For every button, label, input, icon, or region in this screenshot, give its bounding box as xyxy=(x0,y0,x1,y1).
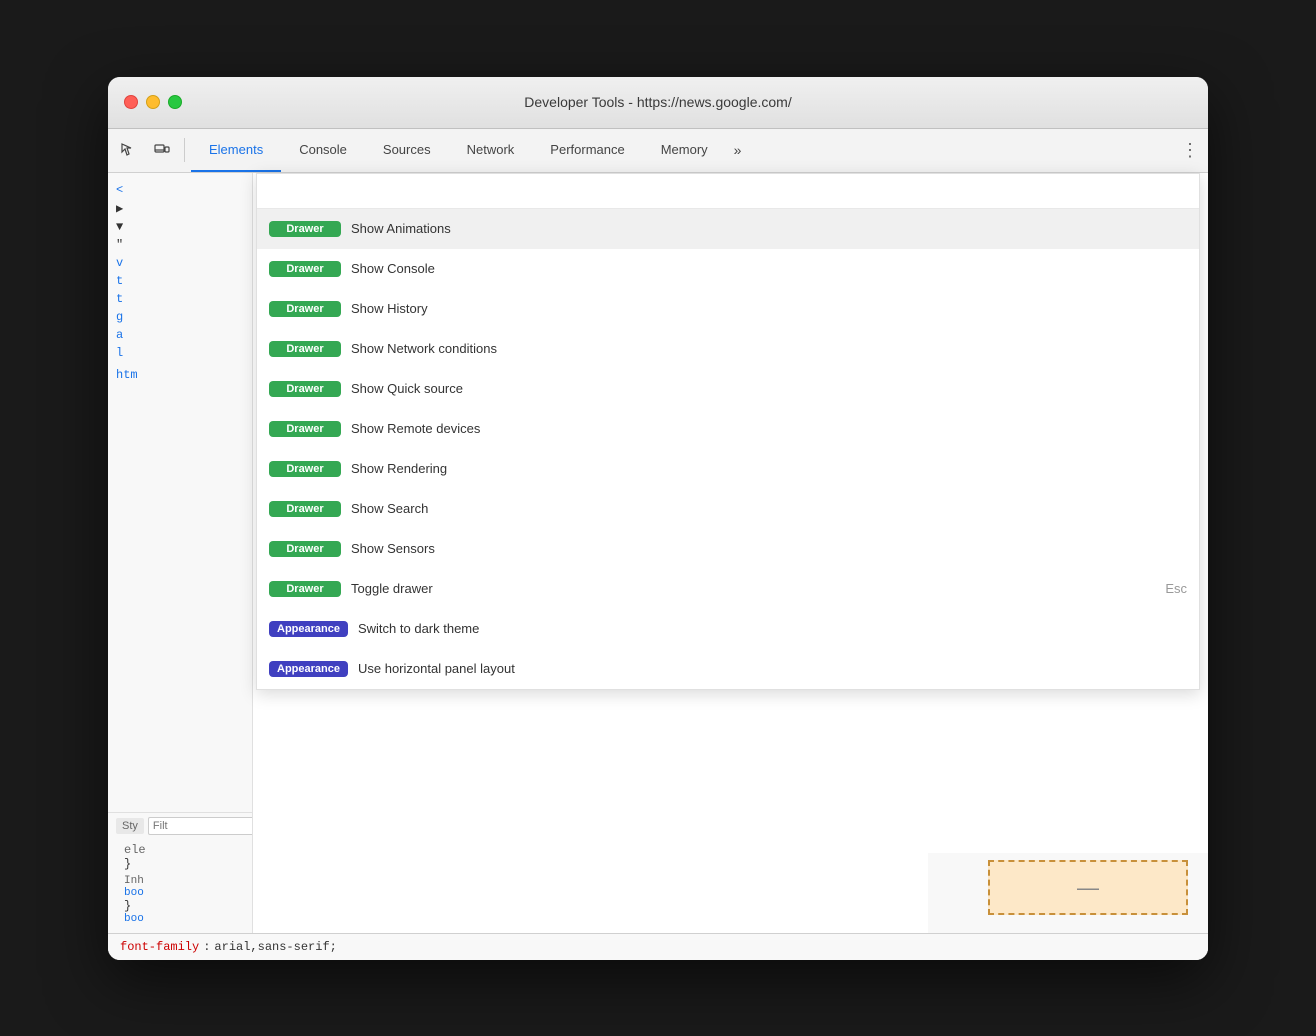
content-area: < ▶ ▼ " v t t g a l htm Sty xyxy=(108,173,1208,933)
dom-line: ▼ xyxy=(108,218,252,236)
tab-network[interactable]: Network xyxy=(449,129,533,172)
minimize-button[interactable] xyxy=(146,95,160,109)
dropdown-item-toggle-drawer[interactable]: Drawer Toggle drawer Esc xyxy=(257,569,1199,609)
dropdown-label-3: Show Network conditions xyxy=(351,341,1187,356)
device-icon[interactable] xyxy=(146,134,178,166)
inspect-icon[interactable] xyxy=(112,134,144,166)
tab-console[interactable]: Console xyxy=(281,129,365,172)
badge-appearance-1: Appearance xyxy=(269,661,348,677)
tab-list: Elements Console Sources Network Perform… xyxy=(191,129,749,172)
css-property: font-family xyxy=(120,940,199,954)
dropdown-item-horizontal-layout[interactable]: Appearance Use horizontal panel layout xyxy=(257,649,1199,689)
css-brace-close: } xyxy=(124,899,236,913)
dropdown-label-0: Show Animations xyxy=(351,221,1187,236)
bottom-bar: font-family : arial,sans-serif; xyxy=(108,933,1208,960)
tab-overflow-button[interactable]: » xyxy=(726,129,750,172)
dom-line: l xyxy=(108,344,252,362)
dropdown-label-10: Switch to dark theme xyxy=(358,621,1187,636)
dropdown-label-1: Show Console xyxy=(351,261,1187,276)
dropdown-item-show-network[interactable]: Drawer Show Network conditions xyxy=(257,329,1199,369)
css-value-bottom: arial,sans-serif; xyxy=(214,940,336,954)
dom-line: htm xyxy=(108,366,252,384)
right-preview-panel: — xyxy=(928,853,1208,933)
dropdown-item-show-history[interactable]: Drawer Show History xyxy=(257,289,1199,329)
element-highlight-box: — xyxy=(988,860,1188,915)
badge-drawer-6: Drawer xyxy=(269,461,341,477)
badge-drawer-4: Drawer xyxy=(269,381,341,397)
dropdown-item-show-search[interactable]: Drawer Show Search xyxy=(257,489,1199,529)
badge-drawer-0: Drawer xyxy=(269,221,341,237)
dropdown-label-7: Show Search xyxy=(351,501,1187,516)
traffic-lights xyxy=(124,95,182,109)
dropdown-item-show-sensors[interactable]: Drawer Show Sensors xyxy=(257,529,1199,569)
title-bar: Developer Tools - https://news.google.co… xyxy=(108,77,1208,129)
body-line1: boo xyxy=(124,887,236,899)
dom-line: ▶ xyxy=(108,199,252,218)
command-search-input[interactable] xyxy=(269,182,1187,198)
badge-drawer-5: Drawer xyxy=(269,421,341,437)
dropdown-label-2: Show History xyxy=(351,301,1187,316)
left-panel: < ▶ ▼ " v t t g a l htm Sty xyxy=(108,173,253,933)
dropdown-item-show-remote[interactable]: Drawer Show Remote devices xyxy=(257,409,1199,449)
styles-label: Sty xyxy=(116,818,144,834)
maximize-button[interactable] xyxy=(168,95,182,109)
dropdown-label-8: Show Sensors xyxy=(351,541,1187,556)
dom-line: v xyxy=(108,254,252,272)
shortcut-esc: Esc xyxy=(1165,581,1187,596)
badge-drawer-2: Drawer xyxy=(269,301,341,317)
search-input-row xyxy=(257,174,1199,209)
dom-tree: < ▶ ▼ " v t t g a l htm xyxy=(108,173,252,812)
filter-input[interactable] xyxy=(148,817,253,835)
filter-row: Sty xyxy=(116,817,244,835)
body-line2: boo xyxy=(124,913,236,925)
more-options-button[interactable]: ⋮ xyxy=(1176,136,1204,164)
badge-drawer-1: Drawer xyxy=(269,261,341,277)
dropdown-item-show-animations[interactable]: Drawer Show Animations xyxy=(257,209,1199,249)
badge-drawer-9: Drawer xyxy=(269,581,341,597)
dom-line: < xyxy=(108,181,252,199)
dropdown-item-show-console[interactable]: Drawer Show Console xyxy=(257,249,1199,289)
dropdown-label-5: Show Remote devices xyxy=(351,421,1187,436)
badge-appearance-0: Appearance xyxy=(269,621,348,637)
tab-elements[interactable]: Elements xyxy=(191,129,281,172)
dropdown-item-dark-theme[interactable]: Appearance Switch to dark theme xyxy=(257,609,1199,649)
dom-line: " xyxy=(108,236,252,254)
dropdown-item-show-rendering[interactable]: Drawer Show Rendering xyxy=(257,449,1199,489)
dropdown-label-4: Show Quick source xyxy=(351,381,1187,396)
dom-line: t xyxy=(108,272,252,290)
css-selector: ele xyxy=(124,843,236,857)
css-rules: ele } Inh boo } boo xyxy=(116,839,244,929)
styles-panel: Sty ele } Inh boo } boo xyxy=(108,812,252,933)
window-title: Developer Tools - https://news.google.co… xyxy=(524,94,791,110)
dom-line: g xyxy=(108,308,252,326)
css-brace-open: } xyxy=(124,857,236,871)
devtools-window: Developer Tools - https://news.google.co… xyxy=(108,77,1208,960)
toolbar-divider xyxy=(184,138,185,162)
close-button[interactable] xyxy=(124,95,138,109)
badge-drawer-7: Drawer xyxy=(269,501,341,517)
inherited-label: Inh xyxy=(124,875,236,887)
badge-drawer-8: Drawer xyxy=(269,541,341,557)
tab-memory[interactable]: Memory xyxy=(643,129,726,172)
dropdown-label-11: Use horizontal panel layout xyxy=(358,661,1187,676)
dropdown-label-6: Show Rendering xyxy=(351,461,1187,476)
dom-line: a xyxy=(108,326,252,344)
tab-performance[interactable]: Performance xyxy=(532,129,642,172)
toolbar: Elements Console Sources Network Perform… xyxy=(108,129,1208,173)
dom-line: t xyxy=(108,290,252,308)
tab-sources[interactable]: Sources xyxy=(365,129,449,172)
command-menu-dropdown: Drawer Show Animations Drawer Show Conso… xyxy=(256,173,1200,690)
devtools-body: Elements Console Sources Network Perform… xyxy=(108,129,1208,960)
dropdown-label-9: Toggle drawer xyxy=(351,581,1165,596)
dropdown-item-show-quick-source[interactable]: Drawer Show Quick source xyxy=(257,369,1199,409)
badge-drawer-3: Drawer xyxy=(269,341,341,357)
